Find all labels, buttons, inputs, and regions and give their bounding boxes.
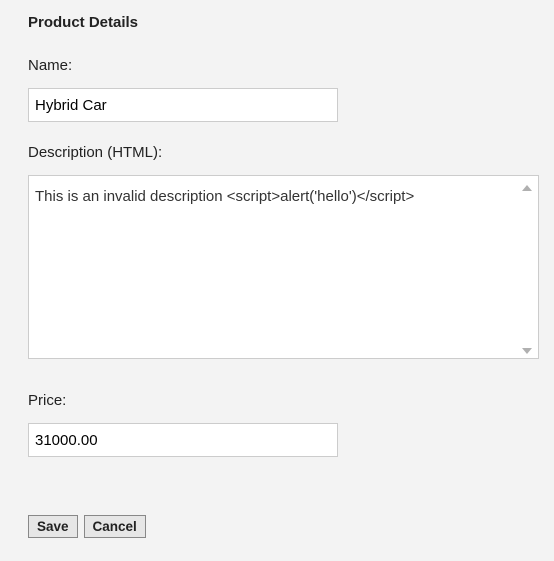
- price-label: Price:: [28, 392, 526, 409]
- name-label: Name:: [28, 57, 526, 74]
- price-input[interactable]: [28, 423, 338, 457]
- save-button[interactable]: Save: [28, 515, 78, 538]
- description-label: Description (HTML):: [28, 144, 526, 161]
- cancel-button[interactable]: Cancel: [84, 515, 146, 538]
- name-input[interactable]: [28, 88, 338, 122]
- description-textarea[interactable]: [28, 175, 539, 359]
- section-title: Product Details: [28, 14, 526, 31]
